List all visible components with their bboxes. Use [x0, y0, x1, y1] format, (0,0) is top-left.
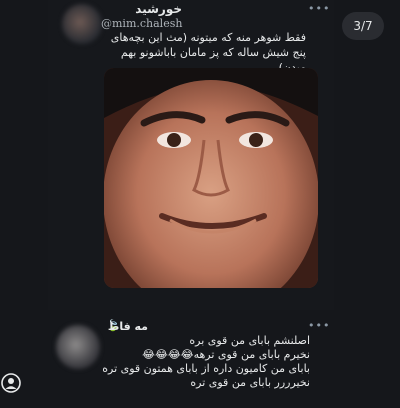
reply-author-name[interactable]: مه فاط [108, 320, 148, 333]
meme-face-photo [104, 68, 318, 288]
reply-avatar[interactable] [56, 325, 100, 369]
reply-line: بابای من کامیون داره از بابای همتون قوی … [102, 362, 310, 375]
reply-more-options-icon[interactable]: ••• [308, 319, 330, 332]
reply-text: اصلنشم بابای من قوی بره نخیرم بابای من ق… [96, 334, 310, 390]
more-options-icon[interactable]: ••• [308, 2, 330, 15]
person-circle-icon [1, 373, 21, 393]
profile-icon[interactable] [0, 372, 22, 394]
reply-line: اصلنشم بابای من قوی بره [189, 334, 310, 347]
author-handle[interactable]: @mim.chalesh [101, 17, 182, 30]
image-counter: 3/7 [342, 12, 384, 40]
reply-line: نخیرم بابای من قوی ترهه😂😂😂😂 [142, 348, 310, 361]
tweet-photo[interactable] [104, 68, 318, 288]
reply-line: نخیرررر بابای من قوی تره [190, 376, 310, 389]
author-name[interactable]: خورشید [135, 2, 182, 16]
